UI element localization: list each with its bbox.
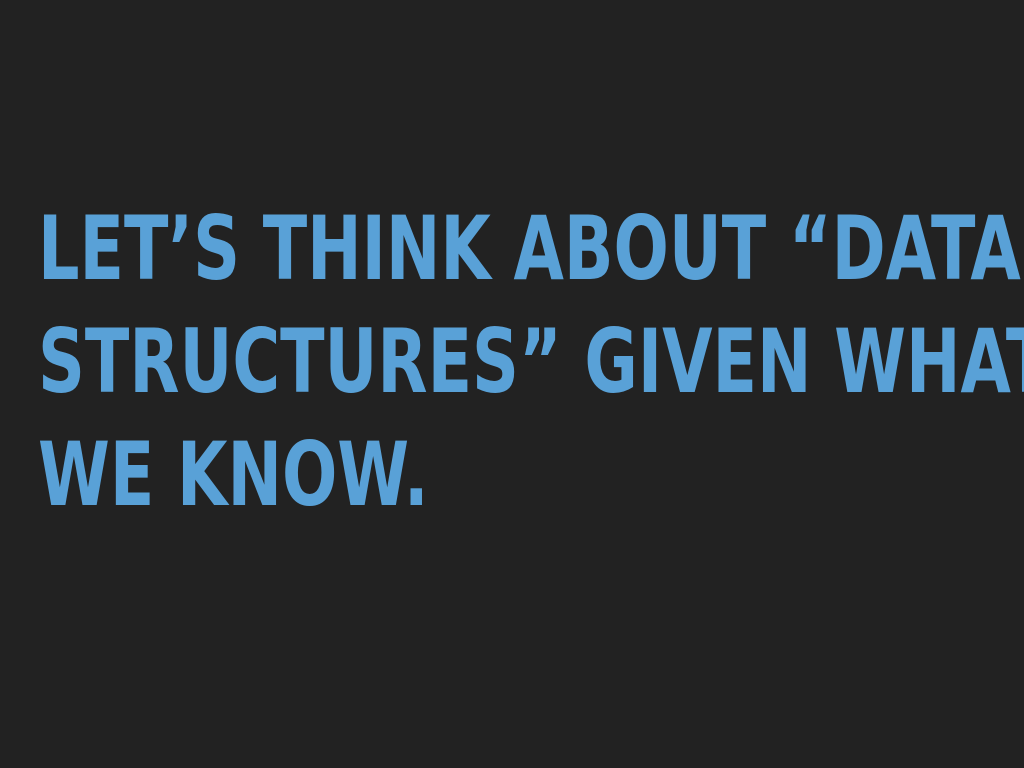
slide: LET’S THINK ABOUT “DATA STRUCTURES” GIVE… bbox=[0, 0, 1024, 768]
slide-headline: LET’S THINK ABOUT “DATA STRUCTURES” GIVE… bbox=[38, 192, 1024, 531]
headline-line-1: LET’S THINK ABOUT “DATA bbox=[38, 197, 1021, 300]
headline-line-2: STRUCTURES” GIVEN WHAT bbox=[38, 310, 1024, 413]
headline-line-3: WE KNOW. bbox=[38, 423, 429, 526]
